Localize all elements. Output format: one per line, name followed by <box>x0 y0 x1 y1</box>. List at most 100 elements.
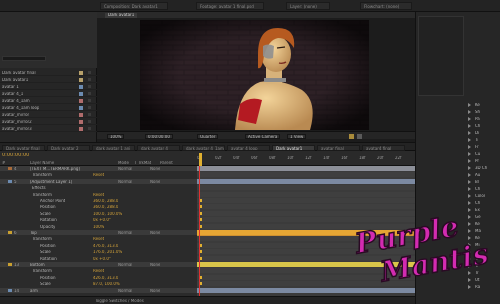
layer-parent[interactable]: None <box>150 180 160 184</box>
playhead-line[interactable] <box>199 166 200 296</box>
effect-category[interactable]: Au <box>466 172 500 178</box>
label-color-swatch[interactable] <box>79 78 83 82</box>
layer-label-swatch[interactable] <box>8 179 12 183</box>
item-toggle[interactable] <box>88 113 91 116</box>
layer-parent[interactable]: None <box>150 231 160 235</box>
disclosure-triangle-icon[interactable] <box>468 117 471 121</box>
disclosure-triangle-icon[interactable] <box>468 145 471 149</box>
layer-label-swatch[interactable] <box>8 231 12 234</box>
item-toggle[interactable] <box>88 92 91 95</box>
playhead-marker[interactable] <box>199 153 202 166</box>
effect-category[interactable]: Ra <box>466 284 500 290</box>
property-row[interactable]: Position 360.0, 288.0 <box>0 204 197 209</box>
project-item[interactable]: Dark avatar final <box>0 70 97 76</box>
effect-category[interactable]: Ch <box>466 186 500 192</box>
effect-category[interactable]: Ch <box>466 123 500 129</box>
effect-category[interactable]: Di <box>466 130 500 136</box>
property-value[interactable]: Reset <box>93 237 104 241</box>
effect-category[interactable]: Cu <box>466 151 500 157</box>
property-row[interactable]: Position 426.0, 313.0 <box>0 275 197 280</box>
property-track[interactable] <box>197 172 415 178</box>
project-item[interactable]: Dark avatar1 <box>0 77 97 83</box>
property-value[interactable]: 0x +0.0° <box>93 218 111 222</box>
effect-category[interactable]: Ch <box>466 200 500 206</box>
property-row[interactable]: Rotation 0x +0.0° <box>0 217 197 222</box>
viewer-tab-dark-avatar1[interactable]: Dark avatar1 <box>105 13 138 18</box>
property-value[interactable]: Reset <box>93 193 104 197</box>
label-color-swatch[interactable] <box>79 85 83 89</box>
disclosure-triangle-icon[interactable] <box>468 166 471 170</box>
property-value[interactable]: 100% <box>93 225 104 229</box>
tab-layer[interactable]: Layer: (none) <box>286 2 330 10</box>
label-color-swatch[interactable] <box>79 92 83 96</box>
project-item[interactable]: avatar 4_1 <box>0 91 97 97</box>
layer-parent[interactable]: None <box>150 167 160 171</box>
label-color-swatch[interactable] <box>79 113 83 117</box>
effect-category[interactable]: Pa <box>466 116 500 122</box>
property-row[interactable]: Rotation 0x +0.0° <box>0 256 197 261</box>
property-track[interactable] <box>197 191 415 197</box>
project-item[interactable]: avatar_mirror3 <box>0 126 97 132</box>
camera-select[interactable]: Active Camera <box>245 134 281 139</box>
disclosure-triangle-icon[interactable] <box>468 152 471 156</box>
tab-flowchart[interactable]: Flowchart: (none) <box>360 2 412 10</box>
layer-mode[interactable]: Normal <box>118 289 132 293</box>
tab-footage[interactable]: Footage: avatar 1 final.psd <box>196 2 264 10</box>
property-row[interactable]: Position 476.0, 313.0 <box>0 243 197 248</box>
project-item[interactable]: avatar 4_1am <box>0 98 97 104</box>
project-item[interactable]: avatar_mirror <box>0 112 97 118</box>
disclosure-triangle-icon[interactable] <box>468 159 471 163</box>
property-row[interactable]: Transform Reset <box>0 268 197 273</box>
disclosure-triangle-icon[interactable] <box>468 138 471 142</box>
project-search-input[interactable] <box>2 56 46 61</box>
layer-duration-bar[interactable] <box>197 178 415 184</box>
composition-canvas[interactable] <box>140 20 369 130</box>
effect-category[interactable]: 3D Ch <box>466 165 500 171</box>
disclosure-triangle-icon[interactable] <box>468 180 471 184</box>
disclosure-triangle-icon[interactable] <box>468 131 471 135</box>
effect-category[interactable]: Fr <box>466 144 500 150</box>
item-toggle[interactable] <box>88 85 91 88</box>
layer-mode[interactable]: Normal <box>118 167 132 171</box>
label-color-swatch[interactable] <box>79 120 83 124</box>
col-layer-name[interactable]: Layer Name <box>30 161 54 165</box>
disclosure-triangle-icon[interactable] <box>468 124 471 128</box>
property-row[interactable]: Scale 87.0, 100.0% <box>0 281 197 286</box>
property-value[interactable]: 426.0, 313.0 <box>93 276 118 280</box>
label-color-swatch[interactable] <box>79 99 83 103</box>
layer-row[interactable]: 6 Top Normal None <box>0 230 197 235</box>
layer-row[interactable]: 13 Bottom Normal None <box>0 262 197 267</box>
item-toggle[interactable] <box>88 71 91 74</box>
property-row[interactable]: Effects <box>0 185 197 190</box>
layer-duration-bar[interactable] <box>197 287 415 293</box>
label-color-swatch[interactable] <box>79 71 83 75</box>
project-item[interactable]: avatar 4_1am loop <box>0 105 97 111</box>
layer-duration-bar[interactable] <box>197 166 415 171</box>
layer-label-swatch[interactable] <box>8 263 12 266</box>
col-trkmat[interactable]: TrkMat <box>138 161 151 165</box>
property-row[interactable]: Anchor Point 360.0, 288.0 <box>0 198 197 203</box>
item-toggle[interactable] <box>88 78 91 81</box>
view-layout-select[interactable]: 1 View <box>287 134 307 139</box>
effect-category[interactable]: Bl <box>466 179 500 185</box>
effect-category[interactable]: Sh <box>466 109 500 115</box>
property-value[interactable]: 360.0, 288.0 <box>93 205 118 209</box>
property-row[interactable]: Transform Reset <box>0 236 197 241</box>
disclosure-triangle-icon[interactable] <box>468 110 471 114</box>
property-value[interactable]: Reset <box>93 269 104 273</box>
project-item[interactable]: avatar 1 <box>0 84 97 90</box>
col-mode[interactable]: Mode <box>118 161 129 165</box>
item-toggle[interactable] <box>88 127 91 130</box>
property-value[interactable]: 87.0, 100.0% <box>93 282 120 286</box>
snapshot-icon[interactable] <box>357 134 362 139</box>
label-color-swatch[interactable] <box>79 127 83 131</box>
property-row[interactable]: Scale 176.0, 201.0% <box>0 249 197 254</box>
property-value[interactable]: 0x +0.0° <box>93 257 111 261</box>
property-value[interactable]: 100.0, 100.0% <box>93 212 122 216</box>
item-toggle[interactable] <box>88 120 91 123</box>
item-toggle[interactable] <box>88 99 91 102</box>
layer-row[interactable]: 5 [Adjustment Layer 1] Normal None <box>0 178 197 184</box>
disclosure-triangle-icon[interactable] <box>468 285 471 289</box>
disclosure-triangle-icon[interactable] <box>468 187 471 191</box>
layer-mode[interactable]: Normal <box>118 231 132 235</box>
